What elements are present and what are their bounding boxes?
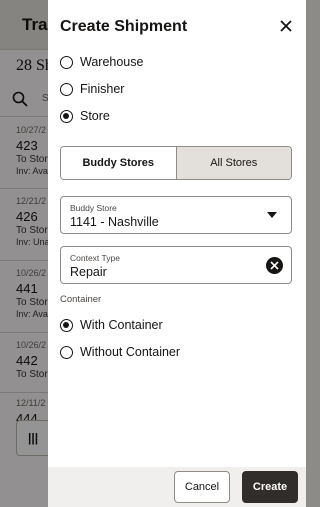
drawer-title: Create Shipment (60, 18, 188, 35)
radio-button-selected[interactable] (60, 318, 73, 332)
radio-store[interactable]: Store (60, 109, 110, 123)
store-type-toggle: Buddy Stores All Stores (60, 146, 292, 180)
radio-button[interactable] (60, 55, 73, 69)
radio-label: Warehouse (80, 55, 144, 69)
radio-button-selected[interactable] (60, 109, 73, 123)
radio-label: Store (80, 109, 110, 123)
buddy-store-select[interactable]: Buddy Store 1141 - Nashville (60, 196, 292, 234)
radio-with-container[interactable]: With Container (60, 318, 163, 332)
cancel-button[interactable]: Cancel (174, 471, 230, 503)
close-icon[interactable] (276, 16, 296, 36)
buddy-store-label: Buddy Store (70, 203, 117, 213)
context-type-field[interactable]: Context Type Repair (60, 246, 292, 284)
radio-label: Finisher (80, 82, 125, 96)
radio-button[interactable] (60, 345, 73, 359)
create-shipment-drawer: Create Shipment Warehouse Finisher Store… (48, 0, 306, 507)
buddy-store-value: 1141 - Nashville (70, 215, 159, 229)
tab-all-stores[interactable]: All Stores (175, 147, 291, 179)
context-type-label: Context Type (70, 253, 120, 263)
drawer-footer: Cancel Create (48, 467, 306, 507)
radio-warehouse[interactable]: Warehouse (60, 55, 143, 69)
radio-label: With Container (80, 318, 163, 332)
context-type-value: Repair (70, 265, 107, 279)
tab-buddy-stores[interactable]: Buddy Stores (61, 147, 176, 179)
radio-button[interactable] (60, 82, 73, 96)
radio-finisher[interactable]: Finisher (60, 82, 124, 96)
radio-without-container[interactable]: Without Container (60, 345, 180, 359)
create-button[interactable]: Create (242, 471, 298, 503)
clear-icon[interactable] (266, 257, 283, 274)
container-section-label: Container (60, 294, 102, 305)
radio-label: Without Container (80, 345, 181, 359)
chevron-down-icon[interactable] (267, 212, 277, 218)
